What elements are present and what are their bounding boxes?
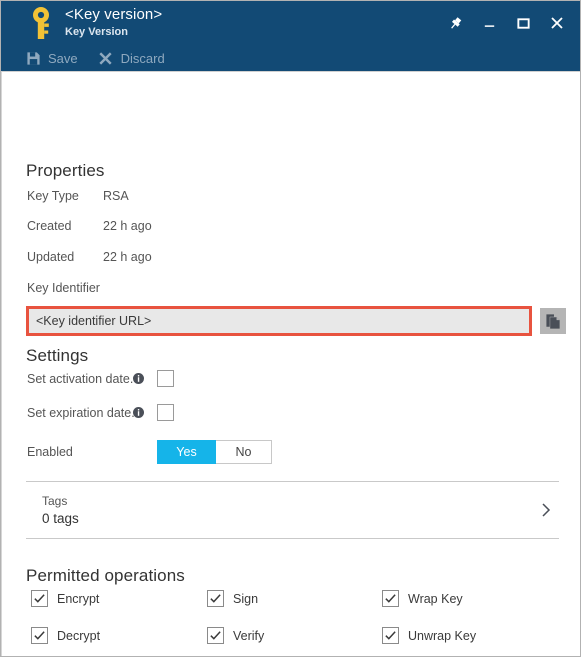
permitted-op-label: Unwrap Key [408,628,477,643]
title-text-group: <Key version> Key Version [65,6,162,39]
chevron-right-icon [542,503,551,517]
pin-button[interactable] [438,6,472,40]
discard-button[interactable]: Discard [98,50,165,66]
permitted-op-label: Encrypt [57,591,100,606]
discard-button-label: Discard [120,50,165,66]
permitted-op-label: Sign [233,591,259,606]
window-subtitle: Key Version [65,26,128,38]
pin-icon [450,16,461,29]
permitted-op-unwrap-key[interactable]: Unwrap Key [382,627,476,644]
discard-icon [98,50,114,66]
checkbox-checked-icon [207,590,224,607]
activation-info-icon[interactable] [133,373,144,384]
settings-heading: Settings [26,346,89,365]
title-bar: <Key version> Key Version [1,1,580,45]
permitted-op-wrap-key[interactable]: Wrap Key [382,590,463,607]
minimize-button[interactable] [472,6,506,40]
updated-label: Updated [27,250,75,264]
key-type-value: RSA [103,189,129,203]
key-icon [33,7,49,39]
save-button[interactable]: Save [25,50,78,66]
checkbox-checked-icon [31,627,48,644]
permitted-operations-heading: Permitted operations [26,566,185,585]
content-area: Properties Key Type RSA Created 22 h ago… [1,71,580,656]
window-title: <Key version> [65,6,163,23]
command-bar: Save Discard [1,45,580,71]
copy-button[interactable] [540,308,566,334]
close-icon [551,17,563,29]
checkbox-checked-icon [382,627,399,644]
permitted-op-decrypt[interactable]: Decrypt [31,627,100,644]
enabled-label: Enabled [27,445,73,459]
maximize-icon [516,17,530,29]
checkbox-checked-icon [382,590,399,607]
created-value: 22 h ago [103,219,152,233]
tags-count: 0 tags [42,511,79,526]
permitted-op-label: Verify [233,628,265,643]
enabled-toggle: Yes No [157,440,272,464]
checkbox-checked-icon [207,627,224,644]
set-activation-date-label: Set activation date. [27,372,134,386]
save-button-label: Save [48,50,78,66]
permitted-op-verify[interactable]: Verify [207,627,264,644]
tags-row[interactable]: Tags 0 tags [26,482,559,538]
set-expiration-date-checkbox[interactable] [157,404,174,421]
close-button[interactable] [540,6,574,40]
tags-divider-bottom [26,538,559,539]
enabled-toggle-no[interactable]: No [216,440,272,464]
save-icon [25,50,41,66]
set-activation-date-checkbox[interactable] [157,370,174,387]
minimize-icon [484,24,494,27]
maximize-button[interactable] [506,6,540,40]
checkbox-checked-icon [31,590,48,607]
properties-heading: Properties [26,161,105,180]
created-label: Created [27,219,72,233]
permitted-op-label: Decrypt [57,628,101,643]
copy-icon [545,313,560,329]
tags-title: Tags [42,494,68,508]
updated-value: 22 h ago [103,250,152,264]
enabled-toggle-yes[interactable]: Yes [157,440,216,464]
permitted-op-label: Wrap Key [408,591,463,606]
key-identifier-input[interactable] [29,309,529,333]
key-version-window: <Key version> Key Version Save Discard P… [0,0,581,657]
expiration-info-icon[interactable] [133,407,144,418]
window-buttons [438,1,574,45]
set-expiration-date-label: Set expiration date. [27,406,135,420]
key-identifier-field-highlight [26,306,532,336]
key-identifier-label: Key Identifier [27,281,100,295]
key-type-label: Key Type [27,189,79,203]
permitted-op-encrypt[interactable]: Encrypt [31,590,99,607]
permitted-op-sign[interactable]: Sign [207,590,258,607]
